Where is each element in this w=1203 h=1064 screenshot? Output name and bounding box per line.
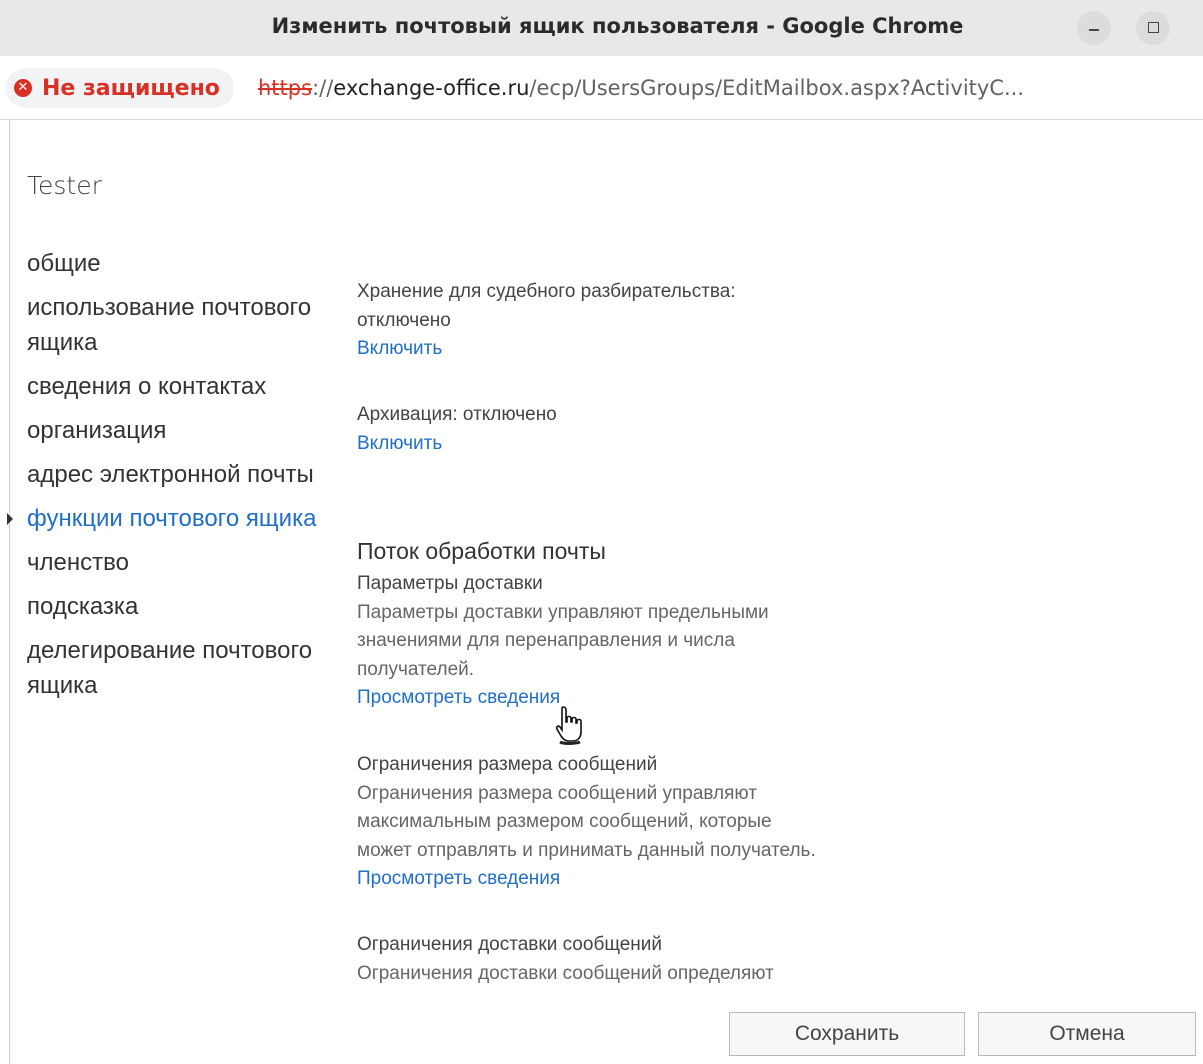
- save-button[interactable]: Сохранить: [729, 1012, 965, 1056]
- url-host: exchange-office.ru: [333, 76, 530, 100]
- nav-item-membership[interactable]: членство: [27, 545, 327, 580]
- message-size-title: Ограничения размера сообщений: [357, 754, 658, 775]
- caret-right-icon: [7, 513, 13, 525]
- mail-flow-section: Поток обработки почты Параметры доставки…: [357, 536, 917, 713]
- archiving-label: Архивация: отключено: [357, 404, 557, 425]
- security-indicator[interactable]: ✕ Не защищено: [6, 68, 234, 108]
- nav-item-label: функции почтового ящика: [27, 505, 317, 532]
- delivery-options-view-details-link[interactable]: Просмотреть сведения: [357, 684, 560, 713]
- message-size-view-details-link[interactable]: Просмотреть сведения: [357, 865, 560, 894]
- delivery-options-desc: Параметры доставки управляют предельными: [357, 601, 769, 623]
- litigation-hold-status: отключено: [357, 309, 451, 331]
- nav-item-contact-info[interactable]: сведения о контактах: [27, 369, 327, 404]
- security-label: Не защищено: [42, 75, 220, 101]
- delivery-restrictions-section: Ограничения доставки сообщений Ограничен…: [357, 931, 917, 988]
- nav-item-mailbox-delegation[interactable]: делегирование почтового ящика: [27, 633, 327, 703]
- enable-archiving-link[interactable]: Включить: [357, 430, 442, 459]
- delivery-options-title: Параметры доставки: [357, 573, 543, 594]
- delivery-options-desc: получателей.: [357, 658, 475, 680]
- hand-cursor-icon: [555, 706, 582, 745]
- delivery-restrictions-title: Ограничения доставки сообщений: [357, 934, 663, 955]
- maximize-icon: [1147, 22, 1159, 33]
- delivery-options-desc: значениями для перенаправления и числа: [357, 630, 735, 651]
- url-field[interactable]: https://exchange-office.ru/ecp/UsersGrou…: [258, 76, 1024, 100]
- nav-item-mailbox-usage[interactable]: использование почтового ящика: [27, 290, 327, 360]
- message-size-desc: максимальным размером сообщений, которые: [357, 811, 772, 832]
- enable-litigation-hold-link[interactable]: Включить: [357, 335, 442, 364]
- address-bar: ✕ Не защищено https://exchange-office.ru…: [0, 56, 1203, 120]
- minimize-icon: [1089, 29, 1099, 31]
- delivery-restrictions-desc: Ограничения доставки сообщений определяю…: [357, 962, 774, 984]
- sidebar-nav: общие использование почтового ящика свед…: [7, 246, 327, 712]
- minimize-button[interactable]: [1077, 11, 1111, 45]
- url-separator: ://: [312, 76, 334, 100]
- message-size-desc: может отправлять и принимать данный полу…: [357, 839, 816, 861]
- litigation-hold-label: Хранение для судебного разбирательства:: [357, 281, 736, 302]
- page-title: Tester: [27, 171, 102, 200]
- nav-item-mailbox-features[interactable]: функции почтового ящика: [7, 501, 327, 536]
- url-scheme: https: [258, 76, 313, 100]
- archiving-section: Архивация: отключено Включить: [357, 401, 917, 458]
- window-titlebar: Изменить почтовый ящик пользователя - Go…: [0, 0, 1203, 56]
- maximize-button[interactable]: [1136, 11, 1170, 45]
- cancel-button[interactable]: Отмена: [978, 1012, 1196, 1056]
- nav-item-organization[interactable]: организация: [27, 413, 327, 448]
- nav-item-mailtip[interactable]: подсказка: [27, 589, 327, 624]
- window-border: [9, 120, 10, 1064]
- warning-icon: ✕: [14, 79, 32, 97]
- litigation-hold-section: Хранение для судебного разбирательства: …: [357, 278, 917, 364]
- nav-item-email-address[interactable]: адрес электронной почты: [27, 457, 327, 492]
- mail-flow-title: Поток обработки почты: [357, 538, 606, 564]
- message-size-desc: Ограничения размера сообщений управляют: [357, 782, 757, 804]
- nav-item-general[interactable]: общие: [27, 246, 327, 281]
- message-size-section: Ограничения размера сообщений Ограничени…: [357, 751, 917, 894]
- window-title: Изменить почтовый ящик пользователя - Go…: [271, 14, 964, 38]
- url-path: /ecp/UsersGroups/EditMailbox.aspx?Activi…: [529, 76, 1025, 100]
